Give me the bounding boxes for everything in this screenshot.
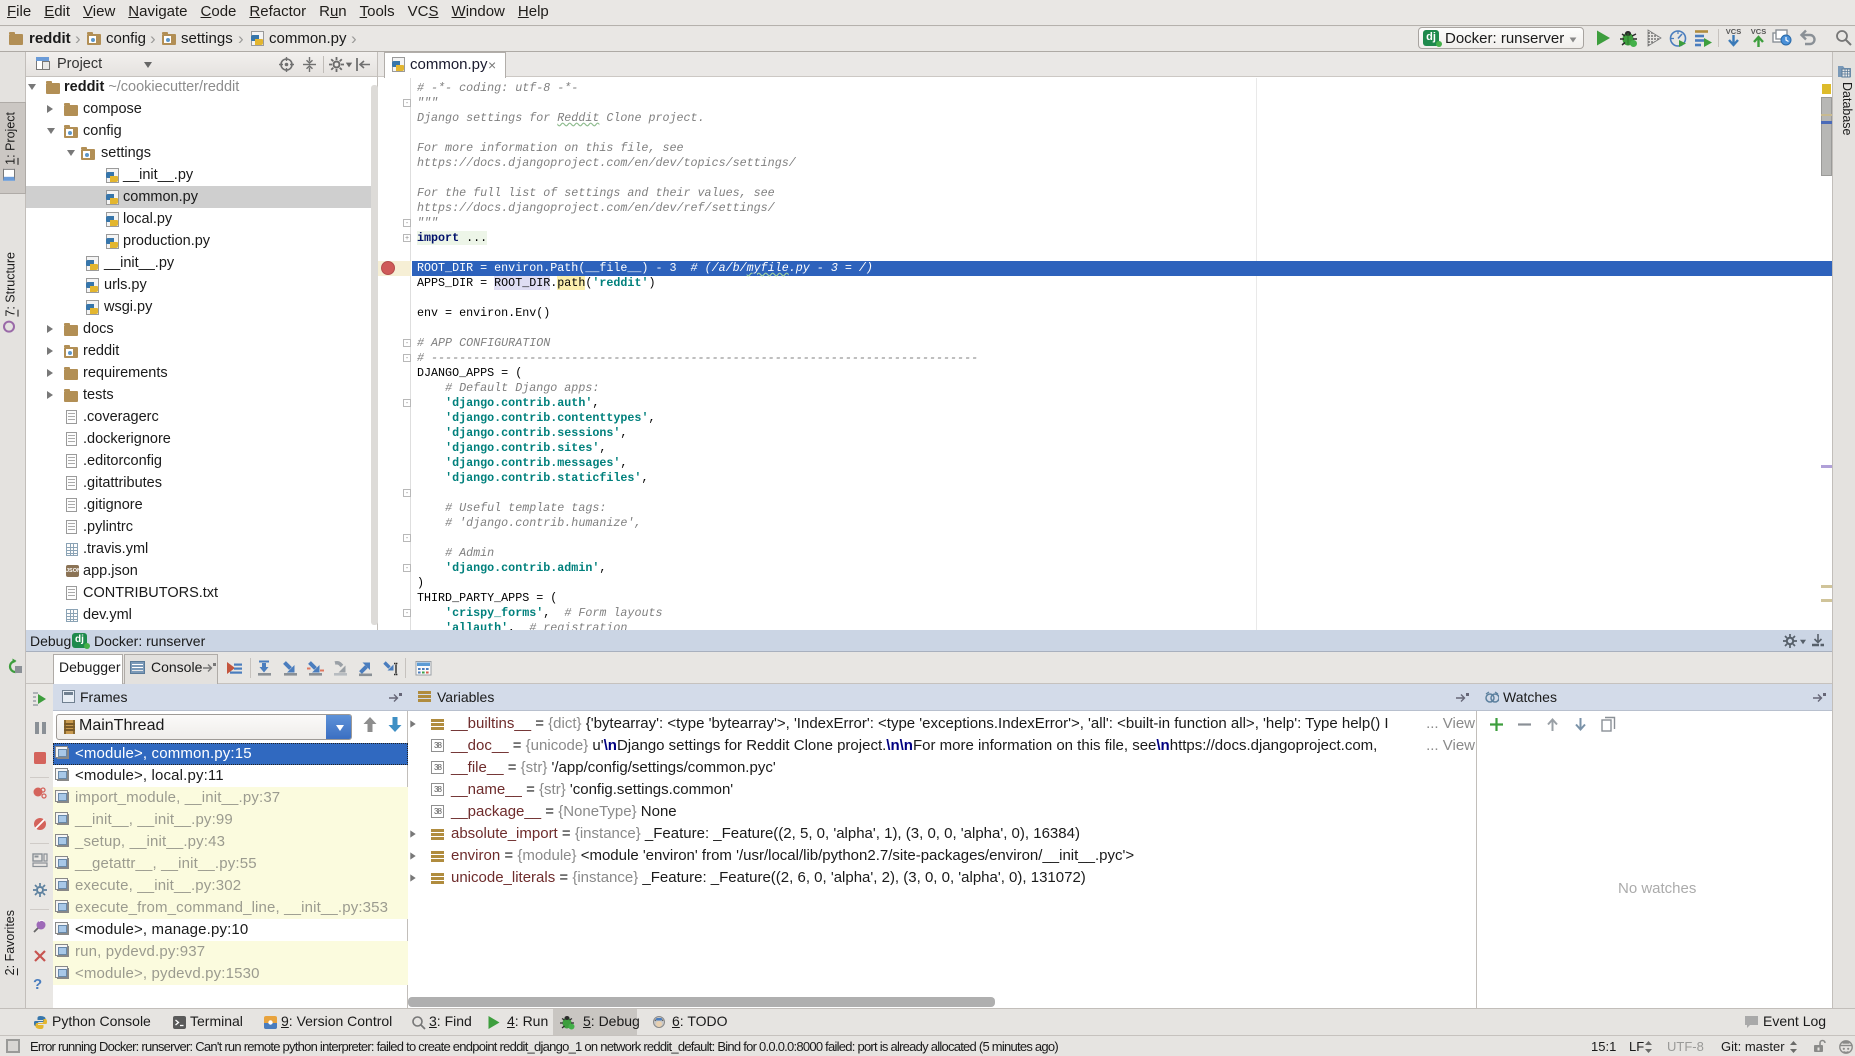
svg-text:VCS: VCS xyxy=(1751,27,1766,36)
svg-text:VCS: VCS xyxy=(1726,27,1741,36)
